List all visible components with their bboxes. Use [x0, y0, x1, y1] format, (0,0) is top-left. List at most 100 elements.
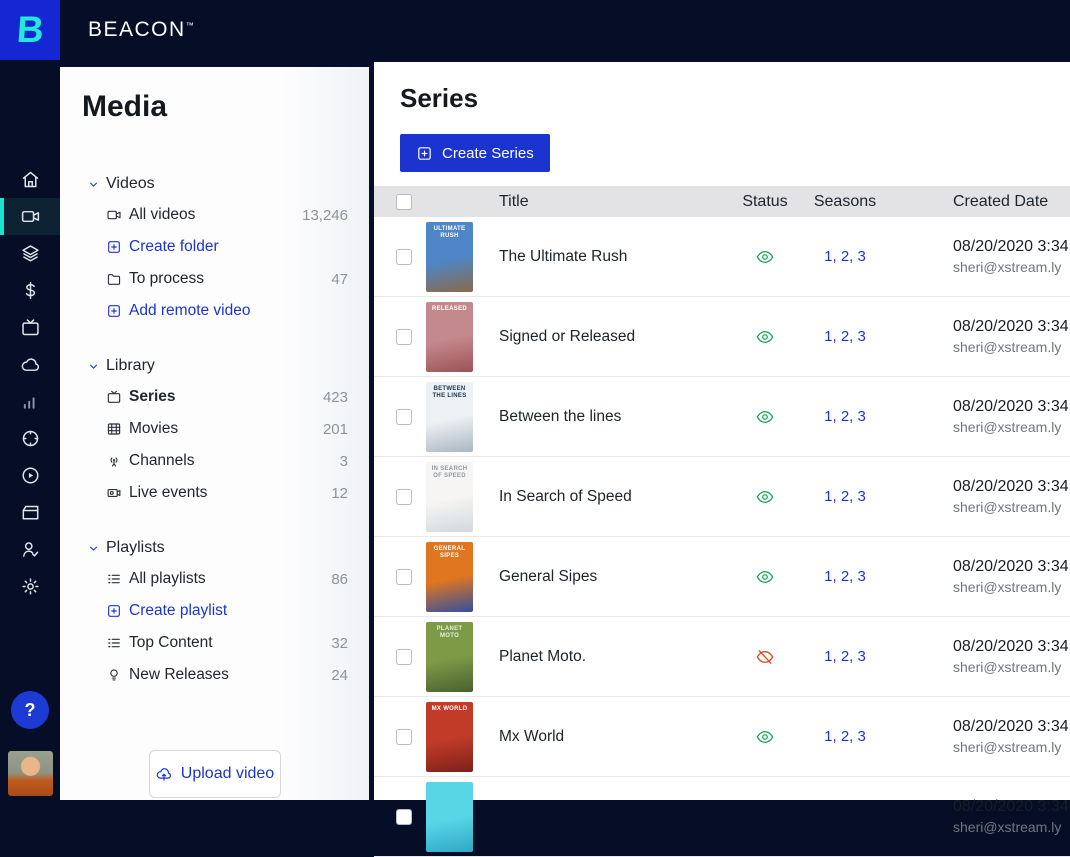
rail-item-user-check[interactable]: [0, 531, 60, 568]
created-by: sheri@xstream.ly: [953, 659, 1070, 675]
created-date-cell: 08/20/2020 3:34 sheri@xstream.ly: [953, 558, 1070, 595]
table-row[interactable]: 08/20/2020 3:34 sheri@xstream.ly: [374, 777, 1070, 857]
column-header-seasons[interactable]: Seasons: [800, 193, 890, 211]
create-series-button[interactable]: Create Series: [400, 134, 550, 172]
sidebar-item-to-process[interactable]: To process 47: [60, 263, 369, 295]
row-checkbox[interactable]: [396, 649, 412, 665]
video-camera-icon: [106, 207, 122, 223]
rail-item-layers[interactable]: [0, 235, 60, 272]
row-checkbox[interactable]: [396, 569, 412, 585]
seasons-links[interactable]: 1, 2, 3: [800, 248, 890, 265]
sidebar-item-add-remote-video[interactable]: Add remote video: [60, 295, 369, 327]
column-header-title[interactable]: Title: [499, 193, 730, 211]
row-checkbox[interactable]: [396, 809, 412, 825]
sidebar-item-series[interactable]: Series 423: [60, 381, 369, 413]
table-row[interactable]: In Search of Speed In Search of Speed 1,…: [374, 457, 1070, 537]
status-visible-icon: [755, 727, 775, 747]
sidebar-item-new-releases[interactable]: New Releases 24: [60, 659, 369, 691]
created-date-cell: 08/20/2020 3:34 sheri@xstream.ly: [953, 478, 1070, 515]
sidebar-item-count: 12: [331, 485, 348, 502]
created-date-cell: 08/20/2020 3:34 sheri@xstream.ly: [953, 718, 1070, 755]
rail-item-gear[interactable]: [0, 568, 60, 605]
seasons-links[interactable]: 1, 2, 3: [800, 568, 890, 585]
sidebar-item-all-videos[interactable]: All videos 13,246: [60, 199, 369, 231]
sidebar-item-movies[interactable]: Movies 201: [60, 413, 369, 445]
rail-item-clapperboard[interactable]: [0, 494, 60, 531]
poster-caption: Released: [428, 306, 471, 314]
sidebar-item-label: Movies: [129, 420, 323, 438]
rail-item-target[interactable]: [0, 420, 60, 457]
table-row[interactable]: Released Signed or Released 1, 2, 3 08/2…: [374, 297, 1070, 377]
beacon-logo[interactable]: B: [0, 0, 60, 60]
table-row[interactable]: Ultimate Rush The Ultimate Rush 1, 2, 3 …: [374, 217, 1070, 297]
sidebar-item-create-playlist[interactable]: Create playlist: [60, 595, 369, 627]
sidebar-item-all-playlists[interactable]: All playlists 86: [60, 563, 369, 595]
created-date: 08/20/2020 3:34: [953, 638, 1070, 656]
rail-item-video-camera[interactable]: [0, 198, 60, 235]
sidebar-section-playlists[interactable]: Playlists: [60, 533, 369, 563]
row-checkbox[interactable]: [396, 489, 412, 505]
poster-caption: MX World: [428, 706, 471, 714]
created-date-cell: 08/20/2020 3:34 sheri@xstream.ly: [953, 398, 1070, 435]
play-circle-icon: [20, 465, 41, 486]
seasons-links[interactable]: 1, 2, 3: [800, 488, 890, 505]
folder-icon: [106, 271, 122, 287]
cloud-icon: [20, 354, 41, 375]
sidebar-item-channels[interactable]: Channels 3: [60, 445, 369, 477]
status-visible-icon: [755, 327, 775, 347]
series-thumbnail: Between the Lines: [426, 382, 473, 452]
created-date-cell: 08/20/2020 3:34 sheri@xstream.ly: [953, 318, 1070, 355]
sidebar-section: Playlists All playlists 86 Create playli…: [60, 533, 369, 691]
bulb-icon: [106, 667, 122, 683]
created-date-cell: 08/20/2020 3:34 sheri@xstream.ly: [953, 238, 1070, 275]
column-header-status[interactable]: Status: [730, 193, 800, 211]
upload-video-button[interactable]: Upload video: [149, 750, 281, 798]
created-date-cell: 08/20/2020 3:34 sheri@xstream.ly: [953, 638, 1070, 675]
sidebar-item-label: Series: [129, 388, 323, 406]
rail-item-cloud[interactable]: [0, 346, 60, 383]
seasons-links[interactable]: 1, 2, 3: [800, 328, 890, 345]
created-by: sheri@xstream.ly: [953, 499, 1070, 515]
seasons-links[interactable]: 1, 2, 3: [800, 648, 890, 665]
table-row[interactable]: MX World Mx World 1, 2, 3 08/20/2020 3:3…: [374, 697, 1070, 777]
rail-item-dollar[interactable]: [0, 272, 60, 309]
sidebar-item-count: 86: [331, 571, 348, 588]
seasons-links[interactable]: 1, 2, 3: [800, 728, 890, 745]
row-checkbox[interactable]: [396, 409, 412, 425]
row-checkbox[interactable]: [396, 249, 412, 265]
sidebar-item-top-content[interactable]: Top Content 32: [60, 627, 369, 659]
beacon-wordmark: BEACON™: [88, 18, 194, 42]
rail-item-tv[interactable]: [0, 309, 60, 346]
home-icon: [20, 169, 41, 190]
plus-square-icon: [416, 145, 433, 162]
series-title: In Search of Speed: [499, 488, 730, 506]
column-header-created-date[interactable]: Created Date: [953, 193, 1070, 211]
sidebar-section-videos[interactable]: Videos: [60, 169, 369, 199]
created-by: sheri@xstream.ly: [953, 259, 1070, 275]
sidebar-item-live-events[interactable]: Live events 12: [60, 477, 369, 509]
plus-square-icon: [106, 239, 122, 255]
series-thumbnail: [426, 782, 473, 852]
rail-item-bar-chart[interactable]: [0, 383, 60, 420]
table-row[interactable]: Planet Moto Planet Moto. 1, 2, 3 08/20/2…: [374, 617, 1070, 697]
target-icon: [20, 428, 41, 449]
film-icon: [106, 421, 122, 437]
help-button[interactable]: ?: [11, 691, 49, 729]
table-row[interactable]: General Sipes General Sipes 1, 2, 3 08/2…: [374, 537, 1070, 617]
seasons-links[interactable]: 1, 2, 3: [800, 408, 890, 425]
sidebar-section-library[interactable]: Library: [60, 351, 369, 381]
created-date: 08/20/2020 3:34: [953, 558, 1070, 576]
row-checkbox[interactable]: [396, 729, 412, 745]
row-checkbox[interactable]: [396, 329, 412, 345]
table-row[interactable]: Between the Lines Between the lines 1, 2…: [374, 377, 1070, 457]
rail-item-home[interactable]: [0, 161, 60, 198]
created-by: sheri@xstream.ly: [953, 419, 1070, 435]
icon-rail: ?: [0, 60, 60, 800]
poster-caption: In Search of Speed: [428, 466, 471, 481]
plus-square-icon: [106, 303, 122, 319]
rail-item-play-circle[interactable]: [0, 457, 60, 494]
select-all-checkbox[interactable]: [396, 194, 412, 210]
chevron-down-icon: [87, 542, 100, 555]
user-avatar[interactable]: [8, 751, 53, 796]
sidebar-item-create-folder[interactable]: Create folder: [60, 231, 369, 263]
